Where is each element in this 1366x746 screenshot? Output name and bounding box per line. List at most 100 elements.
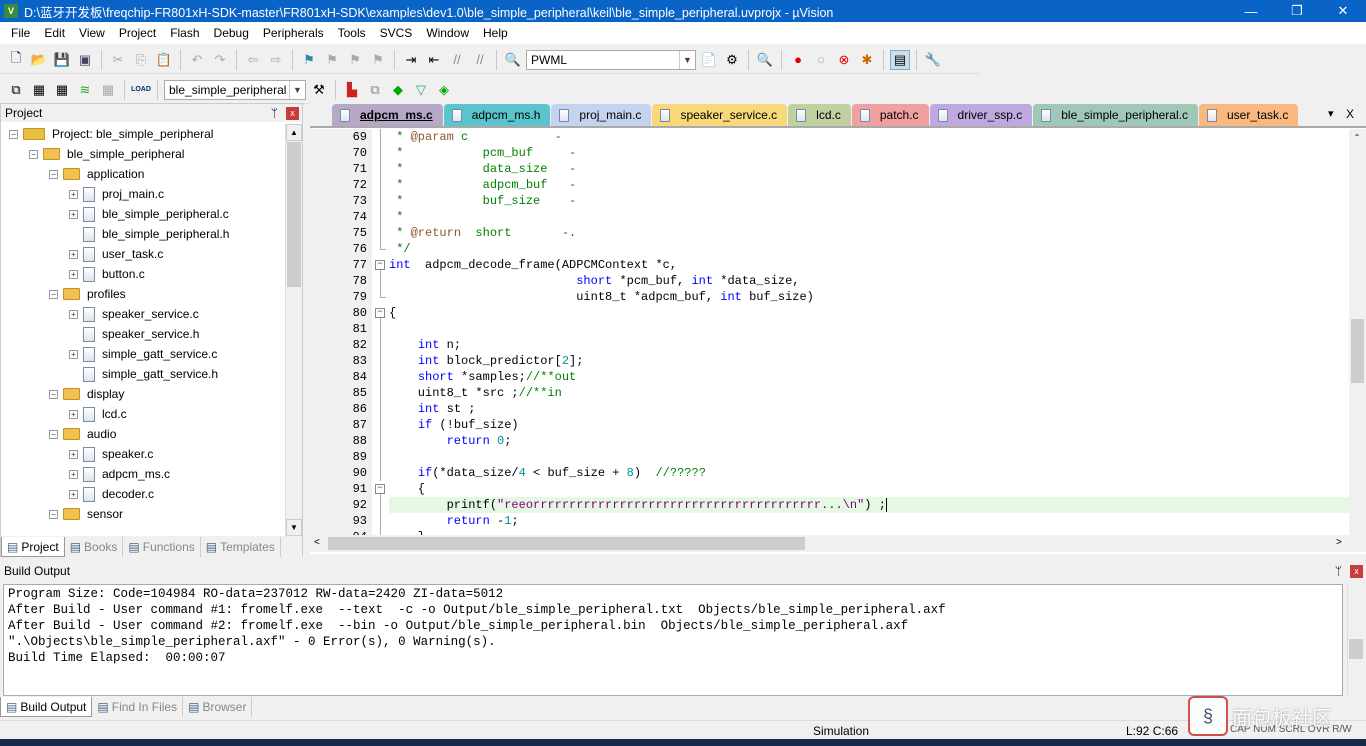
tree-item[interactable]: + lcd.c	[1, 404, 284, 424]
menu-window[interactable]: Window	[419, 26, 476, 40]
tab-build-output[interactable]: ▤ Build Output	[0, 697, 93, 717]
tab-find-in-files[interactable]: ▤ Find In Files	[92, 697, 184, 717]
scroll-left-icon[interactable]: <	[314, 537, 320, 548]
expand-icon[interactable]: +	[69, 409, 78, 419]
collapse-icon[interactable]: −	[49, 169, 58, 179]
expand-icon[interactable]: +	[69, 349, 78, 359]
expand-icon[interactable]: +	[69, 189, 78, 199]
file-tab[interactable]: lcd.c	[788, 104, 851, 126]
build-icon[interactable]: ▦	[29, 80, 49, 100]
expand-icon[interactable]: +	[69, 449, 78, 459]
clear-bookmarks-icon[interactable]: ⚑	[368, 50, 388, 70]
tree-item[interactable]: + adpcm_ms.c	[1, 464, 284, 484]
tree-item[interactable]: − sensor	[1, 504, 284, 524]
editor-hscrollbar[interactable]: < >	[310, 535, 1350, 552]
menu-flash[interactable]: Flash	[163, 26, 206, 40]
new-file-icon[interactable]: 🗋	[6, 50, 26, 70]
prev-bookmark-icon[interactable]: ⚑	[322, 50, 342, 70]
file-tab[interactable]: user_task.c	[1198, 104, 1299, 126]
fold-collapse-icon[interactable]: −	[372, 481, 389, 497]
scrollbar-thumb[interactable]	[1351, 319, 1364, 383]
tree-item[interactable]: + button.c	[1, 264, 284, 284]
batch-build-icon[interactable]: ≋	[75, 80, 95, 100]
redo-icon[interactable]: ↷	[210, 50, 230, 70]
menu-view[interactable]: View	[72, 26, 112, 40]
tab-books[interactable]: ▤ Books	[65, 537, 124, 557]
zoom-icon[interactable]: 🔍	[755, 50, 775, 70]
tab-functions[interactable]: ▤ Functions	[123, 537, 201, 557]
paste-icon[interactable]: 📋	[154, 50, 174, 70]
close-tab-icon[interactable]: X	[1346, 107, 1354, 121]
tree-item[interactable]: + speaker.c	[1, 444, 284, 464]
run-time-env-icon[interactable]: ◆	[388, 80, 408, 100]
tree-item[interactable]: − audio	[1, 424, 284, 444]
file-tab[interactable]: ble_simple_peripheral.c	[1033, 104, 1198, 126]
menu-help[interactable]: Help	[476, 26, 515, 40]
debug-session-icon[interactable]: ⚙	[722, 50, 742, 70]
target-options-icon[interactable]: ⚒	[309, 80, 329, 100]
tree-item[interactable]: − application	[1, 164, 284, 184]
file-tab[interactable]: patch.c	[851, 104, 929, 126]
pin-icon[interactable]: ᛘ	[271, 106, 278, 120]
settings-icon[interactable]: ✱	[857, 50, 877, 70]
chevron-down-icon[interactable]: ▼	[289, 80, 305, 99]
collapse-icon[interactable]: −	[49, 389, 58, 399]
menu-peripherals[interactable]: Peripherals	[256, 26, 331, 40]
target-combo[interactable]: ble_simple_peripheral ▼	[164, 79, 306, 100]
scrollbar-thumb[interactable]	[1349, 639, 1363, 659]
expand-icon[interactable]: +	[69, 489, 78, 499]
tree-item[interactable]: speaker_service.h	[1, 324, 284, 344]
scrollbar-thumb[interactable]	[287, 142, 301, 287]
window-layout-icon[interactable]: ▤	[890, 49, 910, 70]
expand-icon[interactable]: +	[69, 469, 78, 479]
load-icon[interactable]: LOAD	[131, 80, 151, 100]
tree-item[interactable]: + ble_simple_peripheral.c	[1, 204, 284, 224]
collapse-icon[interactable]: −	[9, 129, 18, 139]
nav-back-icon[interactable]: ⇦	[243, 50, 263, 70]
wrench-icon[interactable]: 🔧	[923, 50, 943, 70]
tree-item[interactable]: ble_simple_peripheral.h	[1, 224, 284, 244]
tree-item[interactable]: + simple_gatt_service.c	[1, 344, 284, 364]
editor-vscrollbar[interactable]: ⌃	[1349, 129, 1366, 552]
expand-icon[interactable]: +	[69, 249, 78, 259]
manage-components-icon[interactable]: ▙	[342, 80, 362, 100]
rebuild-icon[interactable]: ▦	[52, 80, 72, 100]
build-output-text[interactable]: Program Size: Code=104984 RO-data=237012…	[3, 584, 1343, 696]
collapse-icon[interactable]: −	[49, 429, 58, 439]
tree-item[interactable]: − Project: ble_simple_peripheral	[1, 124, 284, 144]
find-combo[interactable]: PWML ▼	[526, 49, 696, 70]
breakpoint-icon[interactable]: ●	[788, 50, 808, 70]
collapse-icon[interactable]: −	[49, 509, 58, 519]
kill-breakpoints-icon[interactable]: ⊗	[834, 50, 854, 70]
tab-project[interactable]: ▤ Project	[1, 537, 65, 557]
tab-menu-icon[interactable]: ▾	[1328, 107, 1334, 120]
tree-item[interactable]: + user_task.c	[1, 244, 284, 264]
menu-tools[interactable]: Tools	[331, 26, 373, 40]
scroll-up-icon[interactable]: ⌃	[1349, 129, 1365, 146]
scroll-right-icon[interactable]: >	[1336, 537, 1342, 548]
save-icon[interactable]: 💾	[52, 50, 72, 70]
disable-breakpoint-icon[interactable]: ○	[811, 50, 831, 70]
tree-item[interactable]: + proj_main.c	[1, 184, 284, 204]
expand-icon[interactable]: +	[69, 269, 78, 279]
fold-collapse-icon[interactable]: −	[372, 305, 389, 321]
menu-debug[interactable]: Debug	[207, 26, 256, 40]
close-button[interactable]: ✕	[1320, 0, 1366, 22]
close-icon[interactable]: x	[1350, 564, 1363, 578]
file-tab[interactable]: proj_main.c	[551, 104, 652, 126]
find-in-files-icon[interactable]: 🔍	[503, 50, 523, 70]
file-tab[interactable]: driver_ssp.c	[929, 104, 1033, 126]
bookmark-icon[interactable]: ⚑	[299, 50, 319, 70]
tree-scrollbar[interactable]: ▲ ▼	[285, 124, 302, 536]
tab-templates[interactable]: ▤ Templates	[201, 537, 281, 557]
unindent-icon[interactable]: ⇤	[424, 50, 444, 70]
collapse-icon[interactable]: −	[29, 149, 38, 159]
close-icon[interactable]: x	[286, 106, 299, 120]
pack-installer-icon[interactable]: ▽	[411, 80, 431, 100]
menu-project[interactable]: Project	[112, 26, 163, 40]
stop-build-icon[interactable]: ▦	[98, 80, 118, 100]
collapse-icon[interactable]: −	[49, 289, 58, 299]
tree-item[interactable]: − profiles	[1, 284, 284, 304]
restore-button[interactable]: ❐	[1274, 0, 1320, 22]
comment-icon[interactable]: //	[447, 50, 467, 70]
